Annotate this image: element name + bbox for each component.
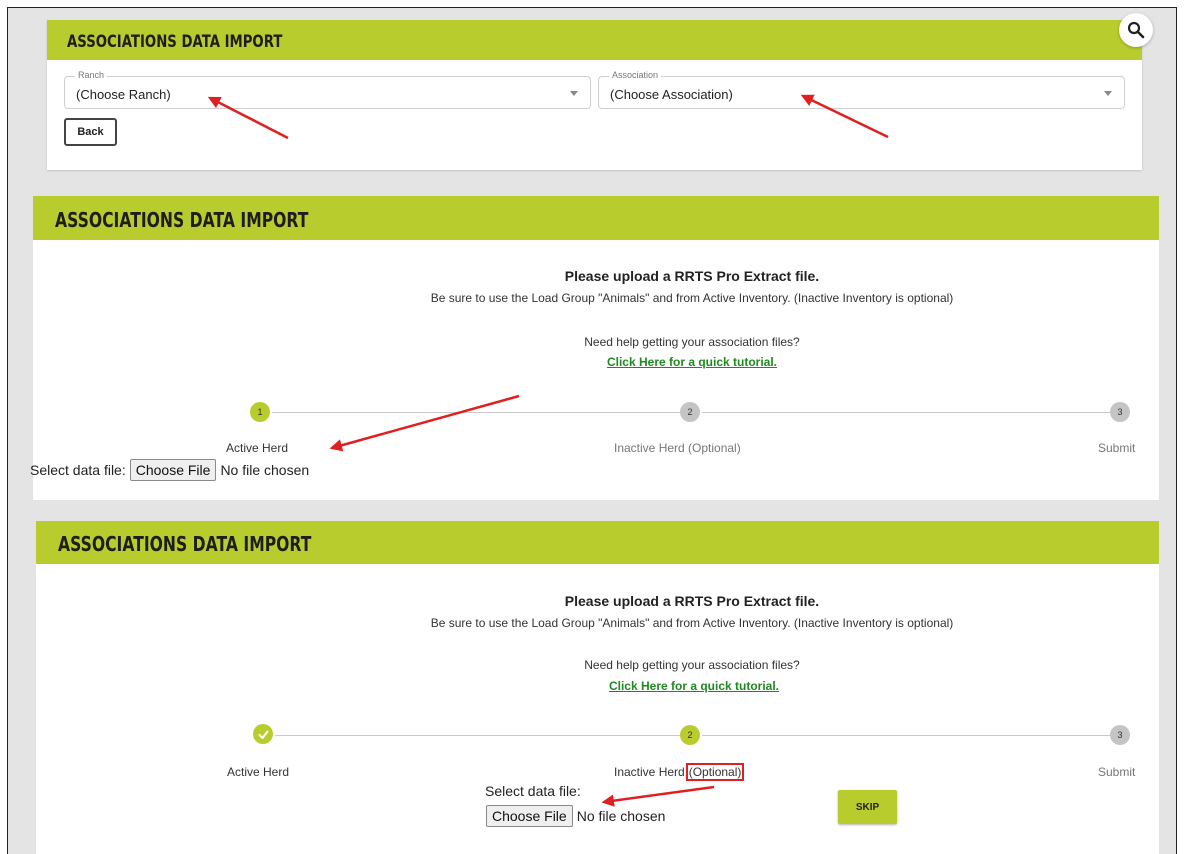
tutorial-link-wrap: Click Here for a quick tutorial.: [382, 677, 1002, 695]
panel2-banner-title: ASSOCIATIONS DATA IMPORT: [55, 208, 309, 232]
skip-button[interactable]: SKIP: [838, 790, 897, 824]
optional-highlight: (Optional): [685, 763, 745, 781]
file-select-row: Select data file: Choose File No file ch…: [30, 459, 309, 481]
chevron-down-icon: [1104, 91, 1112, 96]
file-select-label: Select data file:: [30, 462, 126, 478]
choose-file-button[interactable]: Choose File: [486, 805, 573, 827]
choose-file-button[interactable]: Choose File: [129, 459, 217, 481]
tutorial-link-wrap: Click Here for a quick tutorial.: [382, 353, 1002, 371]
back-button[interactable]: Back: [64, 118, 117, 146]
step-1-label: Active Herd: [227, 765, 290, 779]
upload-subtitle: Be sure to use the Load Group "Animals" …: [430, 616, 954, 630]
panel3-banner-title: ASSOCIATIONS DATA IMPORT: [58, 532, 312, 556]
association-select-value: (Choose Association): [610, 87, 733, 102]
step-1-label: Active Herd: [226, 441, 289, 455]
upload-title: Please upload a RRTS Pro Extract file.: [564, 268, 820, 284]
step-2-indicator: 2: [680, 402, 700, 422]
upload-subtitle: Be sure to use the Load Group "Animals" …: [430, 291, 954, 305]
step-2-indicator: 2: [680, 725, 700, 745]
stepper-line: [275, 735, 680, 736]
step-2-label: Inactive Herd (Optional): [614, 441, 741, 455]
step-3-indicator: 3: [1110, 402, 1130, 422]
help-text: Need help getting your association files…: [584, 335, 800, 349]
step-3-indicator: 3: [1110, 725, 1130, 745]
step-2-label-text: Inactive Herd: [614, 765, 685, 779]
stepper-line: [702, 735, 1110, 736]
tutorial-link[interactable]: Click Here for a quick tutorial.: [607, 355, 777, 369]
association-select[interactable]: Association (Choose Association): [598, 70, 1125, 109]
help-text: Need help getting your association files…: [584, 658, 800, 672]
ranch-select-value: (Choose Ranch): [76, 87, 171, 102]
search-icon: [1127, 21, 1145, 39]
file-select-label-row: Select data file:: [485, 783, 581, 799]
step-1-complete-indicator: [253, 724, 273, 744]
ranch-select-label: Ranch: [75, 70, 108, 80]
step-3-label: Submit: [1098, 765, 1136, 779]
file-select-label: Select data file:: [485, 783, 581, 799]
panel1-banner: ASSOCIATIONS DATA IMPORT: [47, 20, 1142, 60]
tutorial-link[interactable]: Click Here for a quick tutorial.: [605, 679, 779, 693]
upload-title: Please upload a RRTS Pro Extract file.: [564, 593, 820, 609]
panel2-instructions: Please upload a RRTS Pro Extract file. B…: [382, 265, 1002, 375]
panel3-banner: ASSOCIATIONS DATA IMPORT: [36, 521, 1159, 564]
panel1-banner-title: ASSOCIATIONS DATA IMPORT: [67, 32, 283, 52]
ranch-select[interactable]: Ranch (Choose Ranch): [64, 70, 591, 109]
chevron-down-icon: [570, 91, 578, 96]
file-status: No file chosen: [220, 462, 310, 478]
panel2-banner: ASSOCIATIONS DATA IMPORT: [33, 196, 1159, 240]
step-2-label: Inactive Herd (Optional): [614, 763, 745, 781]
checkmark-icon: [258, 730, 268, 739]
stepper-line: [272, 412, 680, 413]
file-select-row: Choose File No file chosen: [482, 805, 665, 827]
file-status: No file chosen: [576, 808, 666, 824]
search-button[interactable]: [1119, 13, 1153, 47]
panel3-instructions: Please upload a RRTS Pro Extract file. B…: [382, 590, 1002, 700]
association-select-label: Association: [609, 70, 662, 80]
stepper-line: [702, 412, 1110, 413]
step-3-label: Submit: [1098, 441, 1136, 455]
step-1-indicator: 1: [250, 402, 270, 422]
